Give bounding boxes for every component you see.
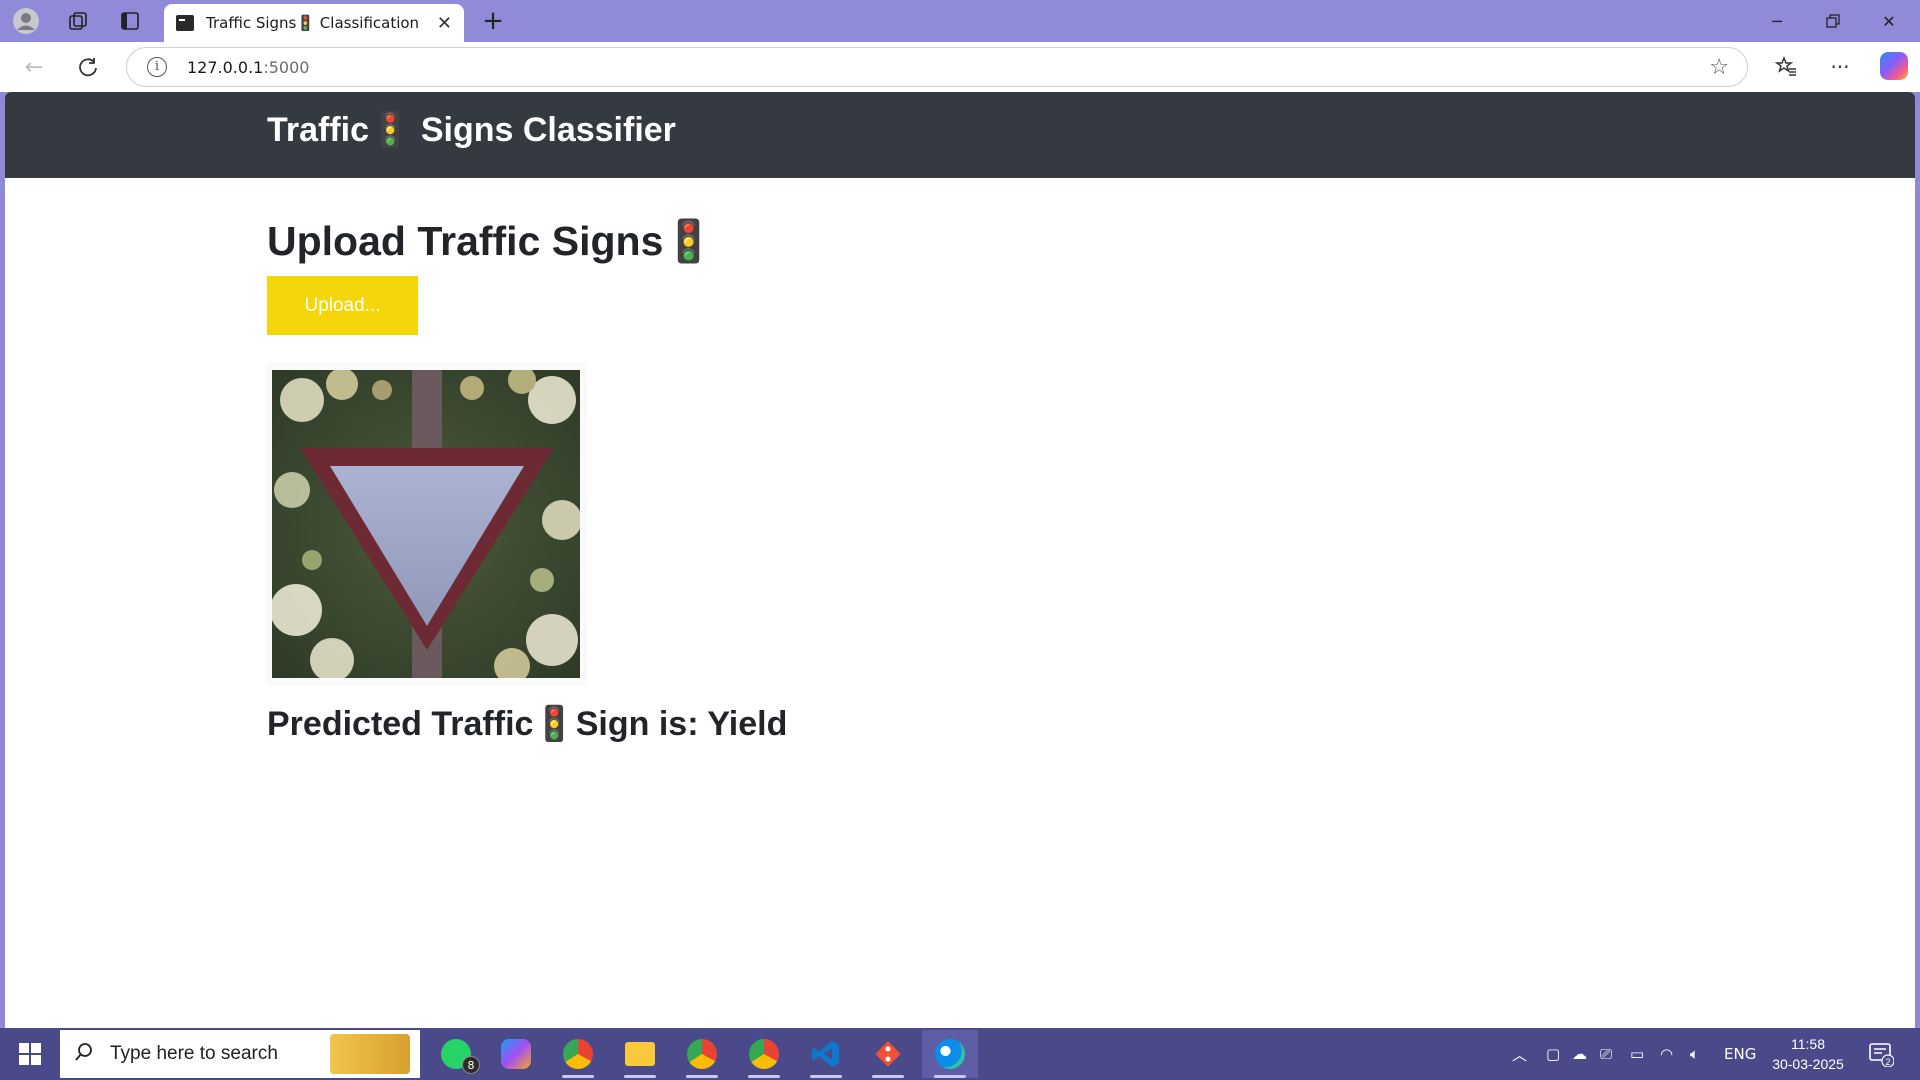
search-icon <box>74 1042 104 1067</box>
taskbar: Type here to search 8 ︿ ▢ ☁ ⎚ ▭ ◠ 🔈︎ ENG… <box>0 1028 1920 1080</box>
chrome-icon <box>749 1039 779 1069</box>
favorite-star-icon[interactable]: ☆ <box>1709 55 1729 80</box>
more-icon[interactable]: ··· <box>1824 52 1856 82</box>
back-icon[interactable]: ← <box>18 52 50 82</box>
notification-icon[interactable]: 2 <box>1868 1028 1894 1080</box>
edge-icon <box>935 1039 965 1069</box>
site-navbar: Traffic🚦 Signs Classifier <box>5 92 1915 178</box>
copilot-icon[interactable] <box>1880 52 1908 80</box>
wifi-icon[interactable]: ◠ <box>1660 1028 1673 1080</box>
taskbar-git[interactable] <box>860 1030 916 1078</box>
clock-date: 30-03-2025 <box>1772 1056 1844 1072</box>
file-explorer-icon <box>625 1042 655 1066</box>
show-hidden-icons[interactable]: ︿ <box>1512 1028 1527 1080</box>
whatsapp-badge: 8 <box>462 1056 480 1074</box>
page-viewport: Traffic🚦 Signs Classifier Upload Traffic… <box>5 92 1915 1028</box>
vscode-icon <box>812 1041 839 1067</box>
profile-icon[interactable] <box>10 6 42 36</box>
taskbar-file-explorer[interactable] <box>612 1030 668 1078</box>
url-text: 127.0.0.1:5000 <box>187 58 310 77</box>
uploaded-image-frame <box>267 365 585 683</box>
refresh-icon[interactable] <box>72 52 104 82</box>
search-placeholder: Type here to search <box>110 1043 278 1064</box>
taskbar-whatsapp[interactable]: 8 <box>428 1030 484 1078</box>
tab-favicon-icon <box>176 15 194 31</box>
browser-toolbar: ← i 127.0.0.1:5000 ☆ ··· <box>0 42 1920 92</box>
upload-button[interactable]: Upload... <box>267 276 418 335</box>
display-icon[interactable]: ⎚ <box>1600 1028 1612 1080</box>
taskbar-chrome-2[interactable] <box>674 1030 730 1078</box>
taskbar-clock[interactable]: 11:58 30-03-2025 <box>1766 1034 1850 1074</box>
taskbar-search-box[interactable]: Type here to search <box>60 1030 420 1078</box>
restore-button[interactable] <box>1810 6 1856 36</box>
taskbar-m365[interactable] <box>488 1030 544 1078</box>
active-tab[interactable]: Traffic Signs🚦 Classification ✕ <box>164 4 464 42</box>
chrome-icon <box>563 1039 593 1069</box>
notification-count: 2 <box>1885 1057 1890 1067</box>
minimize-button[interactable]: ─ <box>1754 6 1800 36</box>
git-icon <box>875 1041 901 1067</box>
windows-start-icon[interactable] <box>8 1036 52 1072</box>
tab-actions-icon[interactable] <box>114 6 146 36</box>
uploaded-sign-image <box>272 370 580 678</box>
meet-now-icon[interactable]: ▢ <box>1546 1028 1560 1080</box>
volume-icon[interactable]: 🔈︎ <box>1690 1028 1699 1080</box>
m365-icon <box>501 1039 531 1069</box>
clock-time: 11:58 <box>1791 1036 1825 1052</box>
site-info-icon[interactable]: i <box>147 57 167 77</box>
battery-icon[interactable]: ▭ <box>1630 1028 1644 1080</box>
address-bar[interactable]: i 127.0.0.1:5000 ☆ <box>126 47 1748 87</box>
taskbar-vscode[interactable] <box>798 1030 854 1078</box>
chrome-icon <box>687 1039 717 1069</box>
close-tab-icon[interactable]: ✕ <box>437 13 452 34</box>
search-highlight-image <box>330 1034 410 1074</box>
onedrive-icon[interactable]: ☁ <box>1572 1028 1587 1080</box>
favorites-icon[interactable] <box>1770 52 1802 82</box>
language-indicator[interactable]: ENG <box>1724 1028 1756 1080</box>
taskbar-chrome-1[interactable] <box>550 1030 606 1078</box>
new-tab-button[interactable]: + <box>478 6 508 36</box>
taskbar-chrome-3[interactable] <box>736 1030 792 1078</box>
tab-strip: Traffic Signs🚦 Classification ✕ + ─ ✕ <box>0 0 1920 42</box>
navbar-brand[interactable]: Traffic🚦 Signs Classifier <box>267 110 676 150</box>
prediction-result: Predicted Traffic🚦Sign is: Yield <box>267 705 788 743</box>
taskbar-edge[interactable] <box>922 1030 978 1078</box>
workspaces-icon[interactable] <box>62 6 94 36</box>
tab-title: Traffic Signs🚦 Classification <box>206 14 420 32</box>
close-window-button[interactable]: ✕ <box>1866 6 1912 36</box>
page-heading: Upload Traffic Signs🚦 <box>267 218 715 264</box>
